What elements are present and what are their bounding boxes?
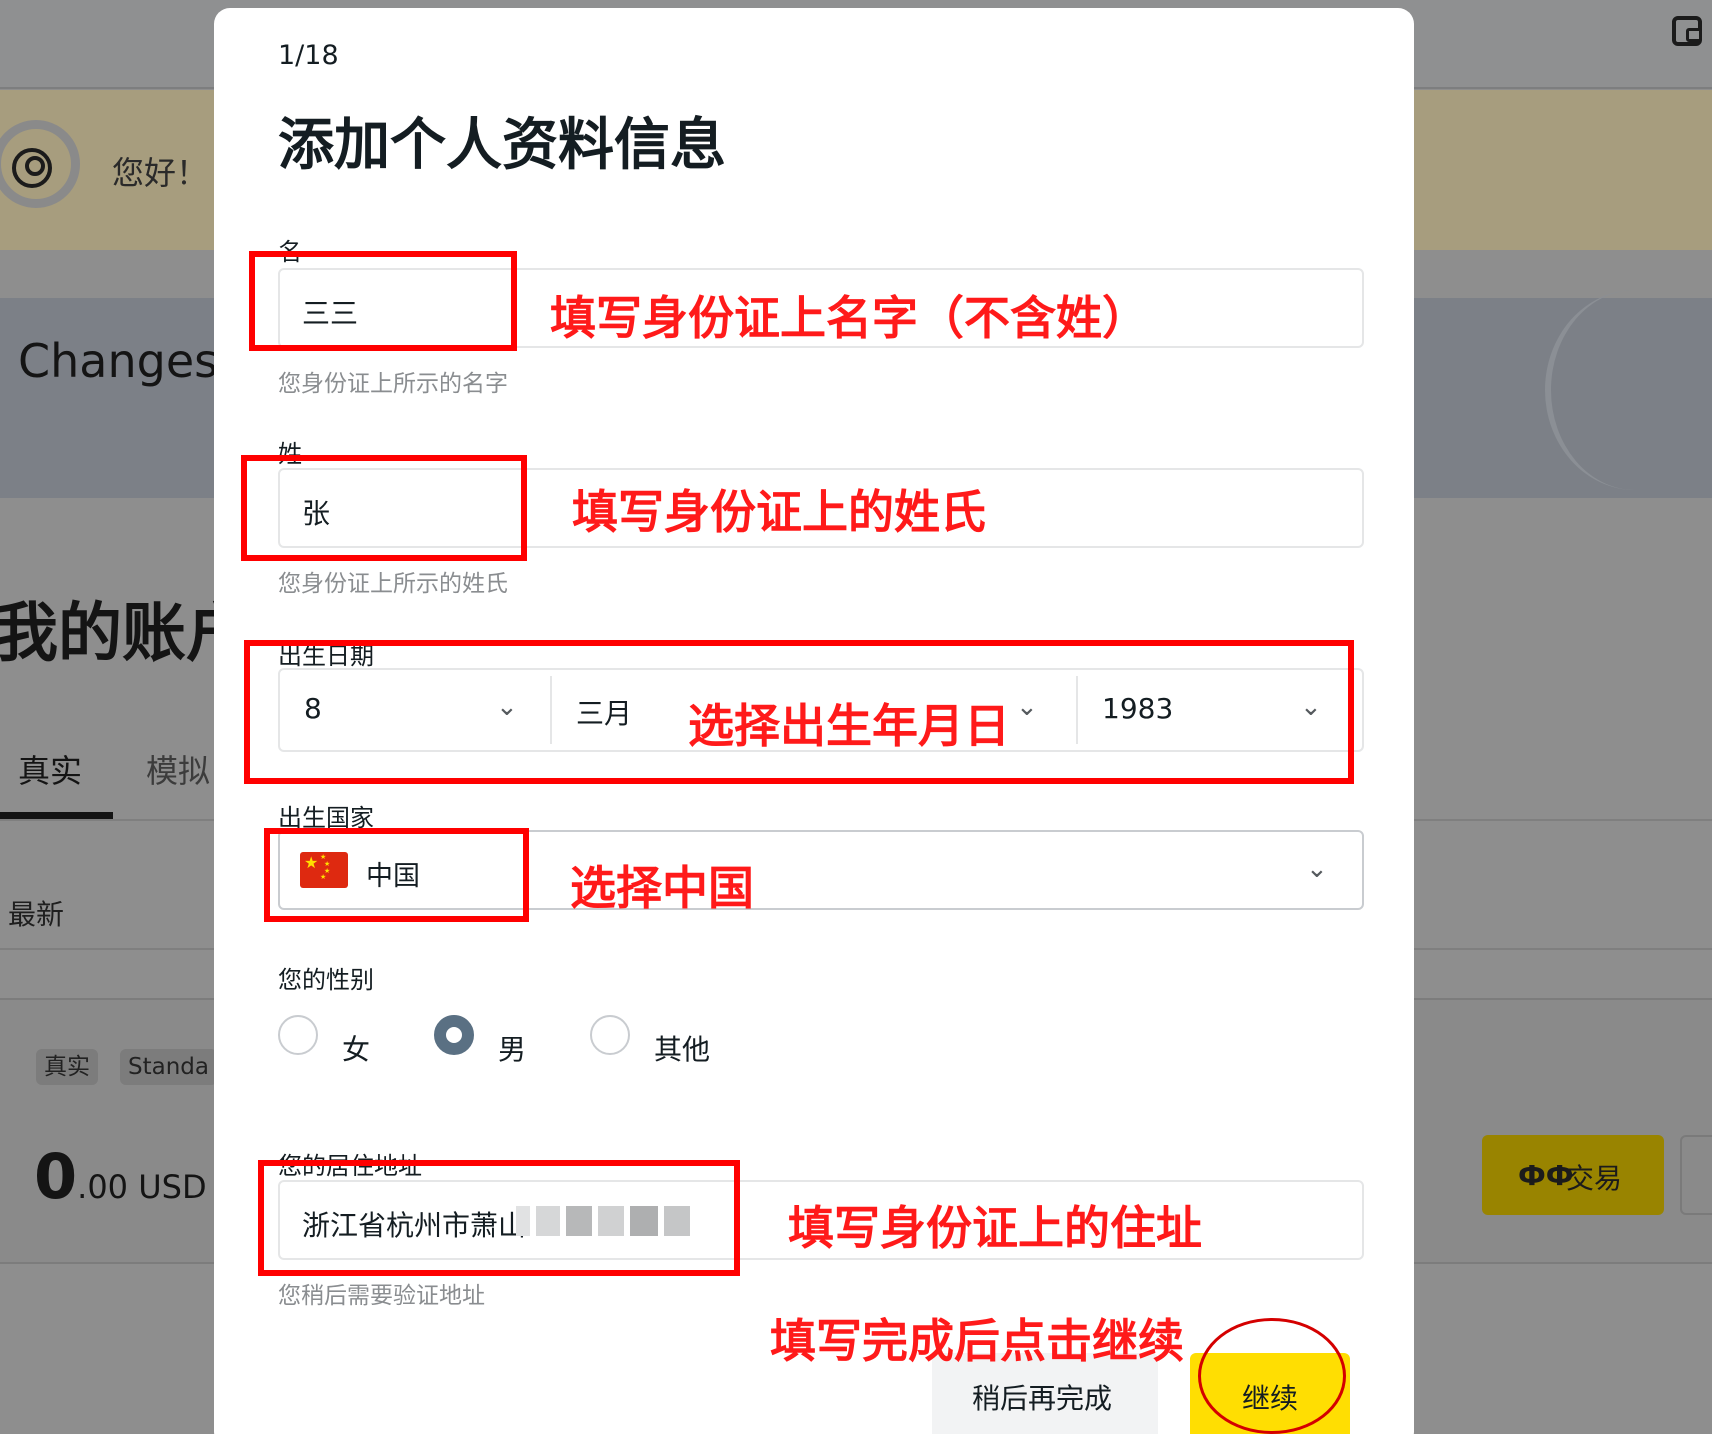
annotation-continue: 填写完成后点击继续 (770, 1314, 1184, 1368)
annotation-country: 选择中国 (570, 861, 754, 915)
balance-integer: 0 (34, 1140, 78, 1213)
balance-fraction: .00 USD (77, 1168, 207, 1206)
annotation-continue-circle (1198, 1318, 1346, 1434)
badge-real: 真实 (36, 1049, 98, 1085)
tab-real[interactable]: 真实 (18, 746, 82, 792)
gender-radio-male[interactable] (434, 1015, 474, 1055)
trade-button[interactable]: ФФ 交易 (1482, 1135, 1664, 1215)
gender-male-label: 男 (498, 1033, 527, 1066)
user-icon[interactable] (12, 148, 52, 188)
badge-standard: Standa (120, 1049, 217, 1085)
active-tab-indicator (0, 812, 113, 819)
decorative-arc (1545, 290, 1712, 490)
annotation-box-last-name (241, 455, 527, 561)
wallet-icon[interactable] (1672, 16, 1702, 46)
annotation-address: 填写身份证上的住址 (788, 1201, 1202, 1255)
gender-radio-other[interactable] (590, 1015, 630, 1055)
more-button[interactable] (1680, 1135, 1712, 1215)
account-balance: 0.00 USD (34, 1140, 207, 1213)
annotation-box-address (258, 1160, 740, 1276)
address-hint: 您稍后需要验证地址 (278, 1283, 485, 1309)
annotation-last-name: 填写身份证上的姓氏 (572, 485, 986, 539)
modal-title: 添加个人资料信息 (278, 113, 726, 178)
step-counter: 1/18 (278, 40, 339, 71)
gender-other-label: 其他 (654, 1033, 711, 1066)
first-name-hint: 您身份证上所示的名字 (278, 371, 508, 397)
sort-latest[interactable]: 最新 (8, 893, 64, 933)
greeting-text: 您好！ (112, 154, 209, 192)
page-title: 我的账户 (0, 597, 250, 671)
trade-button-label: 交易 (1566, 1162, 1623, 1195)
gender-female-label: 女 (342, 1033, 371, 1066)
promo-text: Changes (18, 334, 219, 388)
complete-later-label: 稍后再完成 (972, 1382, 1113, 1415)
annotation-first-name: 填写身份证上名字（不含姓） (550, 291, 1148, 345)
annotation-box-first-name (249, 251, 517, 351)
last-name-hint: 您身份证上所示的姓氏 (278, 571, 508, 597)
annotation-box-country (264, 828, 529, 922)
gender-label: 您的性别 (278, 966, 374, 994)
chevron-down-icon: ⌄ (1306, 854, 1328, 884)
tab-demo[interactable]: 模拟 (146, 746, 210, 792)
annotation-dob: 选择出生年月日 (688, 699, 1010, 753)
gender-radio-female[interactable] (278, 1015, 318, 1055)
